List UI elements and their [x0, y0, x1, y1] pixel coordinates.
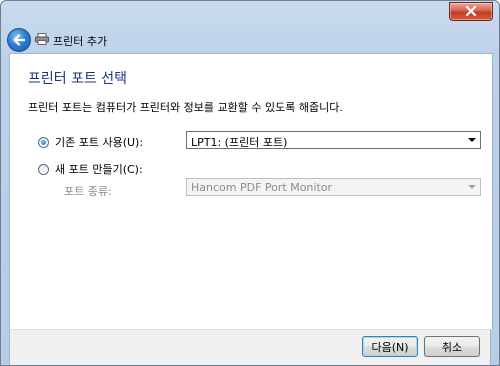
port-type-value: Hancom PDF Port Monitor [191, 181, 333, 194]
title-bar [1, 1, 499, 23]
page-description: 프린터 포트는 컴퓨터가 프린터와 정보를 교환할 수 있도록 해줍니다. [28, 101, 343, 114]
dropdown-arrow-icon [468, 138, 476, 142]
existing-port-value: LPT1: (프린터 포트) [191, 136, 288, 149]
wizard-footer: 다음(N) 취소 [9, 329, 491, 365]
printer-icon [35, 33, 49, 45]
use-existing-port-label: 기존 포트 사용(U): [55, 136, 144, 149]
create-new-port-radio[interactable] [38, 163, 49, 175]
create-new-port-label: 새 포트 만들기(C): [55, 163, 143, 176]
use-existing-port-radio[interactable] [38, 136, 49, 148]
cancel-button[interactable]: 취소 [424, 336, 480, 357]
wizard-content: 프린터 포트 선택 프린터 포트는 컴퓨터가 프린터와 정보를 교환할 수 있도… [9, 53, 493, 330]
window-title: 프린터 추가 [53, 35, 108, 48]
page-heading: 프린터 포트 선택 [28, 71, 128, 87]
close-icon [465, 6, 477, 16]
port-type-select: Hancom PDF Port Monitor [186, 178, 481, 196]
nav-bar: 프린터 추가 [1, 25, 499, 52]
back-button[interactable] [7, 28, 31, 52]
next-button[interactable]: 다음(N) [362, 336, 418, 357]
back-arrow-icon [13, 34, 26, 46]
create-new-port-option[interactable]: 새 포트 만들기(C): [38, 161, 143, 177]
close-button[interactable] [449, 2, 493, 21]
use-existing-port-option[interactable]: 기존 포트 사용(U): [38, 134, 143, 150]
port-type-label: 포트 종류: [64, 185, 112, 198]
existing-port-select[interactable]: LPT1: (프린터 포트) [186, 131, 481, 149]
add-printer-window: 프린터 추가 프린터 포트 선택 프린터 포트는 컴퓨터가 프린터와 정보를 교… [0, 0, 500, 366]
dropdown-arrow-icon [468, 185, 476, 189]
